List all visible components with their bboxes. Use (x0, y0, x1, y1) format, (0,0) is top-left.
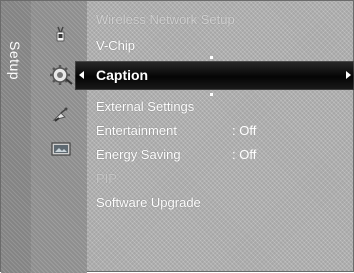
menu-item-v-chip[interactable]: V-Chip (96, 36, 135, 56)
menu-item-external-settings[interactable]: External Settings (96, 97, 194, 117)
satellite-icon[interactable] (49, 105, 73, 125)
menu-category-strip: Setup (1, 1, 31, 273)
menu-item-caption[interactable]: Caption (96, 65, 148, 85)
menu-item-software-upgrade[interactable]: Software Upgrade (96, 193, 201, 213)
tv-menu-screen: Setup Wireless Network Setup V-Chip Capt… (0, 0, 354, 273)
menu-item-pip: PIP (96, 171, 117, 186)
gear-setup-icon[interactable] (49, 65, 73, 85)
arrow-right-icon[interactable] (346, 71, 351, 79)
arrow-left-icon[interactable] (79, 71, 84, 79)
antenna-icon[interactable] (49, 25, 73, 45)
menu-item-entertainment[interactable]: Entertainment (96, 121, 177, 141)
scroll-down-indicator (210, 93, 213, 96)
entertainment-value: : Off (232, 123, 257, 138)
input-screen-icon[interactable] (49, 139, 73, 159)
energy-saving-value: : Off (232, 147, 257, 162)
menu-item-energy-saving[interactable]: Energy Saving (96, 145, 181, 165)
menu-item-wireless-network-setup[interactable]: Wireless Network Setup (96, 10, 235, 30)
menu-category-title: Setup (7, 41, 23, 81)
scroll-up-indicator (210, 56, 213, 59)
